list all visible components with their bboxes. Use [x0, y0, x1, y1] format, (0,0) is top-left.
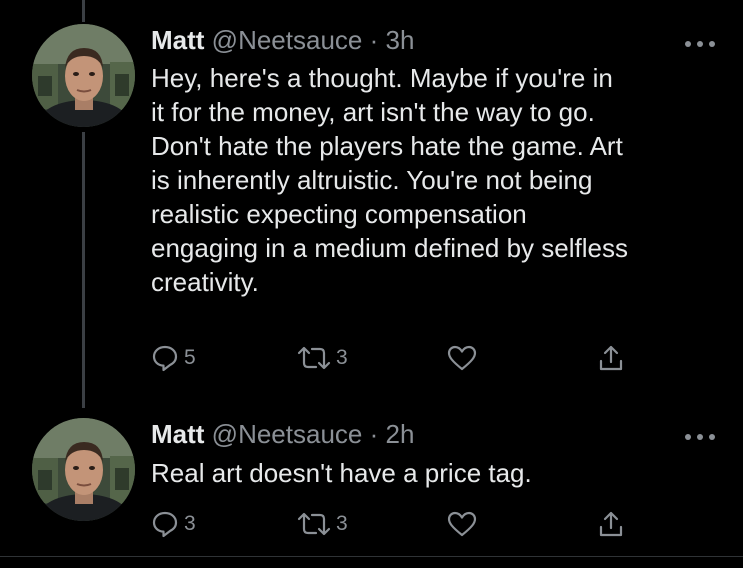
author-name[interactable]: Matt: [151, 25, 204, 55]
like-button[interactable]: [446, 340, 482, 376]
tweet-timestamp[interactable]: 3h: [386, 25, 415, 55]
retweet-count: 3: [336, 512, 348, 535]
tweet-text-line: it for the money, art isn't the way to g…: [151, 97, 595, 127]
tweet-header: Matt @Neetsauce · 3h: [151, 23, 414, 57]
avatar-photo: [32, 418, 135, 521]
avatar[interactable]: [32, 418, 135, 521]
tweet-text-line: Don't hate the players hate the game. Ar…: [151, 131, 623, 161]
more-button[interactable]: [684, 429, 716, 440]
meta-separator: ·: [369, 419, 379, 449]
reply-icon: [152, 345, 178, 372]
share-button[interactable]: [596, 506, 626, 542]
reply-count: 5: [184, 346, 196, 369]
divider: [0, 556, 743, 557]
tweet-actions: 3 3: [150, 506, 630, 542]
retweet-button[interactable]: 3: [296, 506, 348, 542]
retweet-icon: [297, 346, 331, 370]
tweet-thread: Matt @Neetsauce · 3h Hey, here's a thoug…: [0, 0, 743, 568]
author-handle[interactable]: @Neetsauce: [212, 419, 363, 449]
like-icon: [447, 511, 477, 537]
share-button[interactable]: [596, 340, 626, 376]
tweet[interactable]: Matt @Neetsauce · 2h Real art doesn't ha…: [0, 400, 743, 556]
share-icon: [599, 511, 623, 537]
tweet-text-line: Hey, here's a thought. Maybe if you're i…: [151, 63, 613, 93]
tweet-header: Matt @Neetsauce · 2h: [151, 417, 414, 451]
tweet-text-line: engaging in a medium defined by selfless: [151, 233, 628, 263]
reply-count: 3: [184, 512, 196, 535]
tweet-text-line: creativity.: [151, 267, 259, 297]
retweet-count: 3: [336, 346, 348, 369]
retweet-icon: [297, 512, 331, 536]
avatar-photo: [32, 24, 135, 127]
more-icon: [685, 41, 715, 47]
like-button[interactable]: [446, 506, 482, 542]
tweet[interactable]: Matt @Neetsauce · 3h Hey, here's a thoug…: [0, 0, 743, 400]
tweet-text-line: realistic expecting compensation: [151, 199, 527, 229]
author-handle[interactable]: @Neetsauce: [212, 25, 363, 55]
tweet-text: Real art doesn't have a price tag.: [151, 456, 731, 490]
tweet-text-line: is inherently altruistic. You're not bei…: [151, 165, 593, 195]
retweet-button[interactable]: 3: [296, 340, 348, 376]
more-button[interactable]: [684, 36, 716, 47]
tweet-text: Hey, here's a thought. Maybe if you're i…: [151, 61, 731, 299]
reply-icon: [152, 511, 178, 538]
share-icon: [599, 345, 623, 371]
reply-button[interactable]: 3: [150, 506, 196, 542]
more-icon: [685, 434, 715, 440]
tweet-timestamp[interactable]: 2h: [386, 419, 415, 449]
meta-separator: ·: [369, 25, 379, 55]
like-icon: [447, 345, 477, 371]
avatar[interactable]: [32, 24, 135, 127]
author-name[interactable]: Matt: [151, 419, 204, 449]
reply-button[interactable]: 5: [150, 340, 196, 376]
tweet-text-line: Real art doesn't have a price tag.: [151, 458, 532, 488]
tweet-actions: 5 3: [150, 340, 630, 376]
